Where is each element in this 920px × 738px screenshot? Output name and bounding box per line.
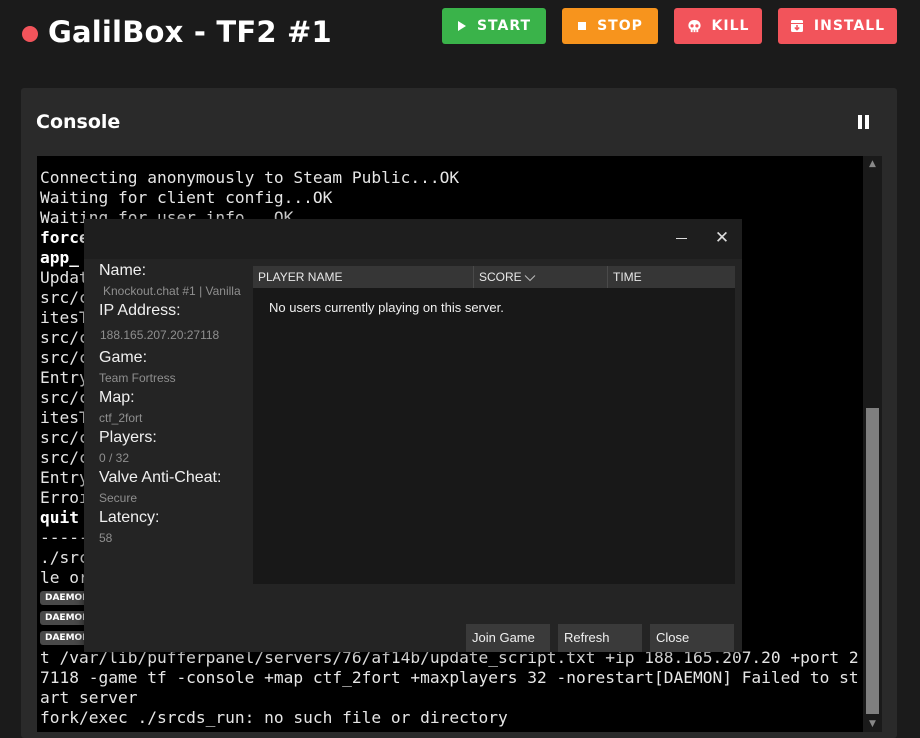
info-value-players: 0 / 32 [99, 451, 130, 465]
info-value-latency: 58 [99, 531, 113, 545]
console-line: ----- [40, 528, 89, 547]
play-icon [457, 21, 466, 31]
players-table-header: PLAYER NAME SCORE TIME [253, 266, 735, 288]
info-value-name: Knockout.chat #1 | Vanilla [103, 284, 241, 298]
start-button-label: START [476, 18, 532, 34]
console-line: 7118 -game tf -console +map ctf_2fort +m… [40, 668, 859, 687]
console-line: force [40, 228, 89, 247]
scroll-down-icon[interactable]: ▼ [863, 716, 882, 732]
scroll-up-icon[interactable]: ▲ [863, 156, 882, 172]
server-header: GalilBox - TF2 #1 START STOP KILL INSTAL… [0, 0, 920, 70]
console-line: Entry [40, 468, 89, 487]
info-value-ip: 188.165.207.20:27118 [100, 328, 220, 342]
column-score[interactable]: SCORE [474, 266, 608, 288]
refresh-button[interactable]: Refresh [558, 624, 642, 652]
players-table[interactable]: PLAYER NAME SCORE TIME No users currentl… [253, 266, 735, 584]
stop-icon [578, 22, 587, 30]
console-line: itesT [40, 308, 89, 327]
column-player-name[interactable]: PLAYER NAME [253, 266, 474, 288]
info-label-ip: IP Address: [99, 302, 181, 319]
scrollbar-thumb[interactable] [866, 408, 879, 714]
console-line: le or [40, 568, 89, 587]
console-line: quit [40, 508, 79, 527]
stop-button[interactable]: STOP [562, 8, 658, 44]
dialog-titlebar[interactable]: ✕ [84, 219, 742, 259]
install-button-label: INSTALL [813, 18, 886, 34]
players-empty-message: No users currently playing on this serve… [269, 300, 504, 315]
pause-icon[interactable] [855, 113, 871, 131]
info-value-vac: Secure [99, 491, 138, 505]
console-line: art server [40, 688, 138, 707]
close-button[interactable]: Close [650, 624, 734, 652]
console-line: src/c [40, 428, 89, 447]
console-title: Console [36, 111, 121, 133]
console-line: src/c [40, 328, 89, 347]
close-icon[interactable]: ✕ [712, 228, 732, 248]
kill-button-label: KILL [711, 18, 750, 34]
server-info-dialog: ✕ Name: Knockout.chat #1 | Vanilla IP Ad… [84, 219, 742, 652]
kill-button[interactable]: KILL [674, 8, 762, 44]
stop-button-label: STOP [597, 18, 643, 34]
info-label-name: Name: [99, 262, 147, 279]
info-value-game: Team Fortress [99, 371, 176, 385]
info-label-latency: Latency: [99, 509, 160, 526]
server-status-dot [22, 26, 38, 42]
info-value-map: ctf_2fort [99, 411, 143, 425]
start-button[interactable]: START [442, 8, 546, 44]
console-scrollbar[interactable]: ▲ ▼ [863, 156, 882, 732]
info-label-players: Players: [99, 429, 157, 446]
console-line: fork/exec ./srcds_run: no such file or d… [40, 708, 508, 727]
info-label-vac: Valve Anti-Cheat: [99, 469, 222, 486]
console-line: Waiting for client config...OK [40, 188, 333, 207]
install-button[interactable]: INSTALL [778, 8, 897, 44]
console-line: app_ [40, 248, 79, 267]
install-box-icon [790, 20, 803, 32]
skull-icon [687, 19, 701, 32]
column-time[interactable]: TIME [608, 266, 735, 288]
info-label-game: Game: [99, 349, 148, 366]
console-line: Connecting anonymously to Steam Public..… [40, 168, 460, 187]
chevron-down-icon [524, 274, 536, 282]
console-line: itesT [40, 408, 89, 427]
minimize-icon[interactable] [672, 229, 692, 249]
info-label-map: Map: [99, 389, 135, 406]
join-game-button[interactable]: Join Game [466, 624, 550, 652]
console-line: Erroı [40, 488, 89, 507]
console-line: Entry [40, 368, 89, 387]
server-title: GalilBox - TF2 #1 [48, 15, 332, 49]
